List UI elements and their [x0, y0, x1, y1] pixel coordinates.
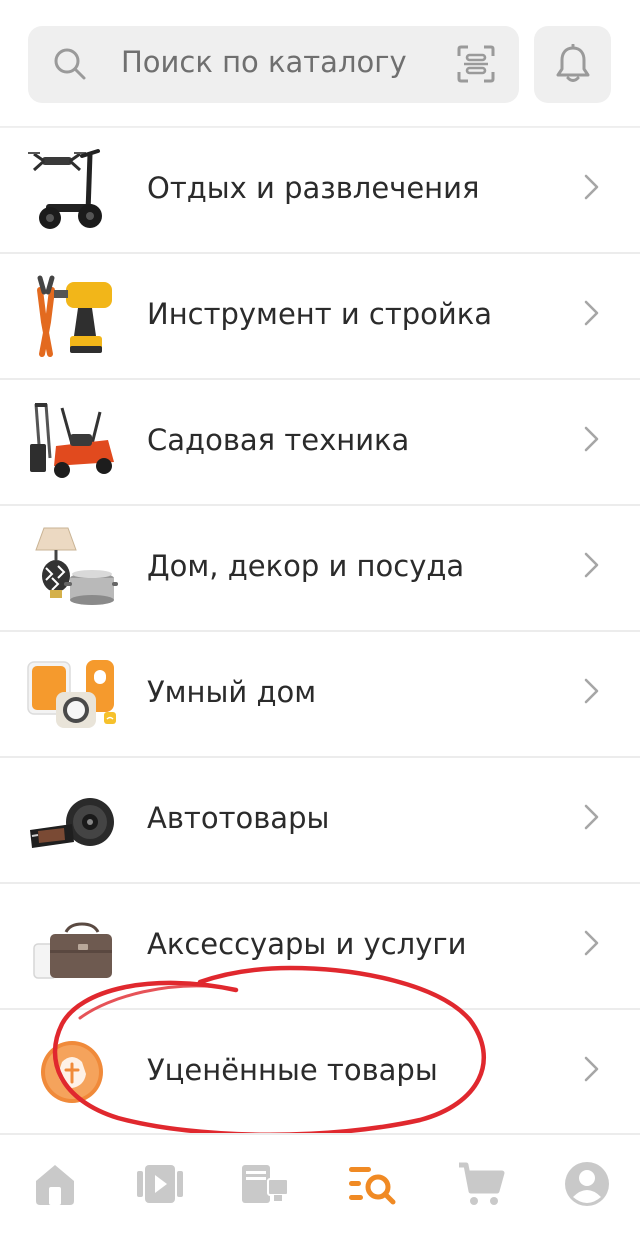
scan-icon[interactable]: [455, 43, 497, 85]
video-icon[interactable]: [135, 1159, 185, 1209]
lamp-pot-image: [26, 526, 118, 610]
cart-icon[interactable]: [457, 1159, 507, 1209]
bag-accessories-image: [26, 904, 118, 988]
chevron-right-icon: [578, 1054, 604, 1084]
category-label: Уценённые товары: [147, 1053, 438, 1087]
category-row-garden[interactable]: Садовая техника: [0, 380, 640, 506]
category-label: Инструмент и стройка: [147, 297, 493, 331]
chevron-right-icon: [578, 802, 604, 832]
chevron-right-icon: [578, 550, 604, 580]
header: Поиск по каталогу: [0, 0, 640, 128]
bottom-navigation: [0, 1133, 640, 1233]
catalog-search-icon[interactable]: [347, 1159, 397, 1209]
bell-icon: [554, 43, 592, 84]
category-row-auto[interactable]: Автотовары: [0, 758, 640, 884]
category-label: Садовая техника: [147, 423, 410, 457]
category-row-tools[interactable]: Инструмент и стройка: [0, 254, 640, 380]
chevron-right-icon: [578, 928, 604, 958]
category-label: Аксессуары и услуги: [147, 927, 467, 961]
category-label: Автотовары: [147, 801, 330, 835]
chevron-right-icon: [578, 172, 604, 202]
profile-icon[interactable]: [562, 1159, 612, 1209]
category-row-discounted[interactable]: Уценённые товары: [0, 1010, 640, 1136]
category-label: Умный дом: [147, 675, 317, 709]
category-row-leisure[interactable]: Отдых и развлечения: [0, 128, 640, 254]
chevron-right-icon: [578, 676, 604, 706]
drill-pliers-image: [26, 274, 118, 358]
devices-icon[interactable]: [240, 1159, 290, 1209]
category-label: Отдых и развлечения: [147, 171, 480, 205]
chevron-right-icon: [578, 298, 604, 328]
home-icon[interactable]: [30, 1159, 80, 1209]
category-row-accessories[interactable]: Аксессуары и услуги: [0, 884, 640, 1010]
search-input[interactable]: Поиск по каталогу: [121, 40, 407, 84]
discount-badge-image: [26, 1030, 118, 1114]
search-icon: [52, 46, 88, 82]
category-label: Дом, декор и посуда: [147, 549, 465, 583]
category-row-home[interactable]: Дом, декор и посуда: [0, 506, 640, 632]
car-audio-image: [26, 778, 118, 862]
category-row-smart-home[interactable]: Умный дом: [0, 632, 640, 758]
chevron-right-icon: [578, 424, 604, 454]
lawn-mower-image: [26, 400, 118, 484]
smart-home-image: [26, 652, 118, 736]
notifications-button[interactable]: [534, 26, 611, 103]
scooter-drone-image: [26, 148, 118, 232]
